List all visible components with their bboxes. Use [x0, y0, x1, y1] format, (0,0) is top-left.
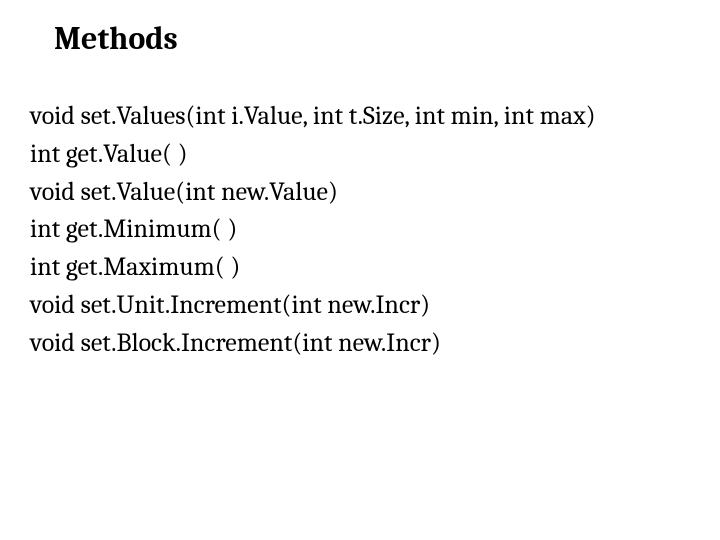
method-line: void set.Block.Increment(int new.Incr): [30, 325, 690, 363]
slide-title: Methods: [54, 20, 690, 58]
method-line: int get.Value( ): [30, 136, 690, 174]
slide: Methods void set.Values(int i.Value, int…: [0, 0, 720, 540]
method-line: void set.Value(int new.Value): [30, 174, 690, 212]
method-line: int get.Maximum( ): [30, 249, 690, 287]
method-line: void set.Unit.Increment(int new.Incr): [30, 287, 690, 325]
method-line: int get.Minimum( ): [30, 211, 690, 249]
methods-list: void set.Values(int i.Value, int t.Size,…: [30, 98, 690, 362]
method-line: void set.Values(int i.Value, int t.Size,…: [30, 98, 690, 136]
